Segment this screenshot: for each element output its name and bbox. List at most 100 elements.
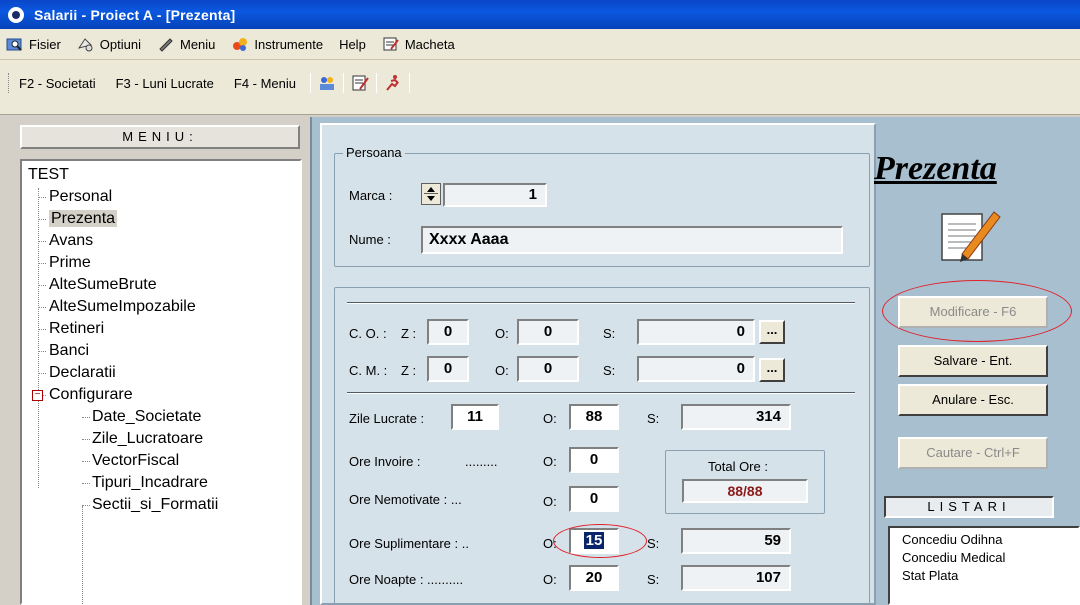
tree-item-vectorfiscal[interactable]: VectorFiscal bbox=[22, 450, 300, 472]
tree-item-tipuri-incadrare[interactable]: Tipuri_Incadrare bbox=[22, 472, 300, 494]
ore-noapte-o-label: O: bbox=[543, 572, 557, 587]
tree-root[interactable]: TEST bbox=[22, 164, 300, 186]
toolbar-luni-lucrate[interactable]: F3 - Luni Lucrate bbox=[116, 76, 214, 91]
toolbar-societati[interactable]: F2 - Societati bbox=[19, 76, 96, 91]
document-edit-icon bbox=[941, 211, 1001, 262]
marca-field[interactable]: 1 bbox=[443, 183, 547, 207]
menu-help-label: Help bbox=[339, 36, 366, 52]
form-icon[interactable] bbox=[350, 74, 370, 92]
tree-item-prime[interactable]: Prime bbox=[22, 252, 300, 274]
ore-nemotivate-field[interactable]: 0 bbox=[569, 486, 619, 512]
zile-o-label: O: bbox=[543, 411, 557, 426]
tree-item-declaratii[interactable]: Declaratii bbox=[22, 362, 300, 384]
zile-lucrate-field[interactable]: 11 bbox=[451, 404, 499, 430]
cautare-button[interactable]: Cautare - Ctrl+F bbox=[898, 437, 1048, 469]
ore-noapte-field[interactable]: 20 bbox=[569, 565, 619, 591]
folder-search-icon bbox=[6, 38, 22, 51]
zile-s-field[interactable]: 314 bbox=[681, 404, 791, 430]
cm-s-field[interactable]: 0 bbox=[637, 356, 755, 382]
anulare-button[interactable]: Anulare - Esc. bbox=[898, 384, 1048, 416]
form-icon bbox=[383, 37, 399, 51]
tree-item-banci[interactable]: Banci bbox=[22, 340, 300, 362]
tree-item-altesumeimpozabile[interactable]: AlteSumeImpozabile bbox=[22, 296, 300, 318]
ore-nemotivate-o-label: O: bbox=[543, 494, 557, 509]
tree-item-label: Retineri bbox=[49, 320, 105, 337]
menu-fisier[interactable]: Fisier bbox=[6, 36, 61, 52]
listari-item[interactable]: Concediu Odihna bbox=[902, 531, 1078, 549]
nume-field[interactable]: Xxxx Aaaa bbox=[421, 226, 843, 254]
tree-item-label: Configurare bbox=[49, 386, 133, 403]
co-o-field[interactable]: 0 bbox=[517, 319, 579, 345]
cm-z-field[interactable]: 0 bbox=[427, 356, 469, 382]
zile-o-field[interactable]: 88 bbox=[569, 404, 619, 430]
ore-invoire-dots: ......... bbox=[465, 454, 498, 469]
cm-label: C. M. : bbox=[349, 363, 388, 378]
ore-suplimentare-s-field[interactable]: 59 bbox=[681, 528, 791, 554]
page-title: Prezenta bbox=[874, 150, 997, 187]
title-bar: Salarii - Proiect A - [Prezenta] bbox=[0, 0, 1080, 29]
marca-spinner[interactable] bbox=[421, 183, 441, 205]
modificare-button[interactable]: Modificare - F6 bbox=[898, 296, 1048, 328]
ore-noapte-s-field[interactable]: 107 bbox=[681, 565, 791, 591]
tree-item-retineri[interactable]: Retineri bbox=[22, 318, 300, 340]
menu-instrumente[interactable]: Instrumente bbox=[231, 36, 323, 52]
tree-item-sectii-si-formatii[interactable]: Sectii_si_Formatii bbox=[22, 494, 300, 516]
tree-item-altesumebrute[interactable]: AlteSumeBrute bbox=[22, 274, 300, 296]
tree-item-date-societate[interactable]: Date_Societate bbox=[22, 406, 300, 428]
ore-invoire-field[interactable]: 0 bbox=[569, 447, 619, 473]
options-icon bbox=[77, 38, 93, 52]
app-eye-icon bbox=[8, 6, 24, 23]
tree-item-prezenta[interactable]: Prezenta bbox=[22, 208, 300, 230]
total-ore-label: Total Ore : bbox=[708, 459, 768, 474]
ore-invoire-o-label: O: bbox=[543, 454, 557, 469]
listari-item[interactable]: Concediu Medical bbox=[902, 549, 1078, 567]
tree-item-label: AlteSumeImpozabile bbox=[49, 298, 196, 315]
tree-item-label: Personal bbox=[49, 188, 113, 205]
menu-macheta[interactable]: Macheta bbox=[382, 36, 455, 52]
runner-icon[interactable] bbox=[383, 74, 403, 92]
menu-optiuni[interactable]: Optiuni bbox=[77, 36, 141, 52]
co-label: C. O. : bbox=[349, 326, 387, 341]
pencil-icon bbox=[159, 38, 173, 52]
ore-noapte-label: Ore Noapte : .......... bbox=[349, 572, 464, 587]
co-s-field[interactable]: 0 bbox=[637, 319, 755, 345]
tree-item-label: Sectii_si_Formatii bbox=[92, 496, 219, 513]
cm-o-field[interactable]: 0 bbox=[517, 356, 579, 382]
tree-item-label: Declaratii bbox=[49, 364, 116, 381]
highlight-circle bbox=[553, 524, 647, 558]
tree-item-personal[interactable]: Personal bbox=[22, 186, 300, 208]
zile-s-label: S: bbox=[647, 411, 660, 426]
co-z-field[interactable]: 0 bbox=[427, 319, 469, 345]
menu-header: MENIU: bbox=[20, 125, 300, 149]
listari-header: LISTARI bbox=[884, 496, 1054, 518]
cm-z-label: Z : bbox=[401, 363, 417, 378]
listari-item[interactable]: Stat Plata bbox=[902, 567, 1078, 585]
co-o-label: O: bbox=[495, 326, 509, 341]
menu-fisier-label: Fisier bbox=[29, 36, 61, 52]
menu-optiuni-label: Optiuni bbox=[99, 36, 141, 52]
toolbar-grip[interactable] bbox=[8, 73, 11, 93]
toolbar-separator bbox=[310, 73, 312, 93]
menu-instrumente-label: Instrumente bbox=[254, 36, 324, 52]
tree-item-avans[interactable]: Avans bbox=[22, 230, 300, 252]
tools-icon bbox=[233, 38, 248, 51]
ore-nemotivate-label: Ore Nemotivate : ... bbox=[349, 492, 462, 507]
menu-tree[interactable]: TEST Personal Prezenta Avans Prime AlteS… bbox=[20, 159, 302, 605]
listari-list[interactable]: Concediu Odihna Concediu Medical Stat Pl… bbox=[888, 526, 1080, 605]
total-ore-box: Total Ore : 88/88 bbox=[665, 450, 825, 514]
people-icon[interactable] bbox=[317, 74, 337, 92]
tree-item-zile-lucratoare[interactable]: Zile_Lucratoare bbox=[22, 428, 300, 450]
menu-meniu[interactable]: Meniu bbox=[157, 36, 215, 52]
cm-details-button[interactable]: ... bbox=[759, 358, 785, 382]
ore-invoire-label: Ore Invoire : bbox=[349, 454, 421, 469]
tree-item-configurare[interactable]: − Configurare bbox=[22, 384, 300, 406]
tree-connector bbox=[82, 506, 83, 605]
salvare-button[interactable]: Salvare - Ent. bbox=[898, 345, 1048, 377]
toolbar-meniu[interactable]: F4 - Meniu bbox=[234, 76, 296, 91]
collapse-icon[interactable]: − bbox=[32, 390, 43, 401]
co-details-button[interactable]: ... bbox=[759, 320, 785, 344]
toolbar: F2 - Societati F3 - Luni Lucrate F4 - Me… bbox=[0, 60, 1080, 115]
form-panel: Persoana Marca : 1 Nume : Xxxx Aaaa C. O… bbox=[320, 123, 876, 605]
menu-help[interactable]: Help bbox=[339, 37, 366, 52]
co-z-label: Z : bbox=[401, 326, 417, 341]
